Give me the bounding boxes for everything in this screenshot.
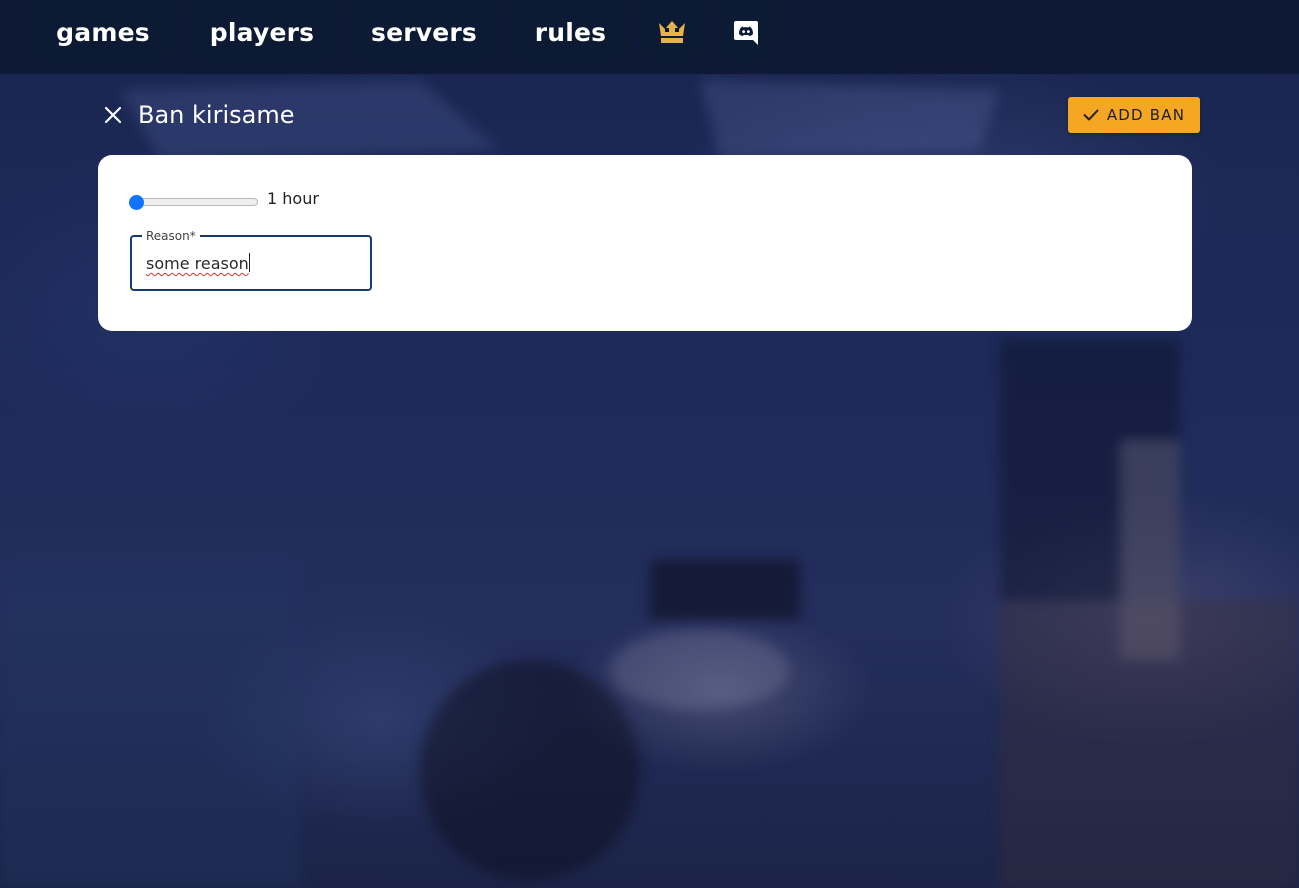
ban-form-card: 1 hour Reason* some reason: [98, 155, 1192, 331]
add-ban-button[interactable]: ADD BAN: [1068, 97, 1200, 133]
reason-label: Reason*: [142, 228, 200, 244]
slider-thumb[interactable]: [129, 195, 144, 210]
crown-icon: [659, 21, 685, 43]
duration-slider[interactable]: [129, 195, 258, 211]
reason-input[interactable]: some reason: [146, 253, 356, 275]
nav-servers[interactable]: servers: [346, 0, 502, 64]
reason-field[interactable]: Reason* some reason: [130, 228, 372, 291]
nav-players[interactable]: players: [184, 0, 340, 64]
duration-value: 1 hour: [267, 189, 319, 208]
main-nav: games players servers rules: [28, 0, 787, 64]
page-title: Ban kirisame: [138, 101, 295, 129]
ban-header: Ban kirisame ADD BAN: [98, 95, 1200, 135]
close-icon[interactable]: [102, 104, 124, 126]
discord-icon: [734, 21, 758, 45]
nav-rules[interactable]: rules: [508, 0, 633, 64]
nav-games[interactable]: games: [28, 0, 178, 64]
nav-discord[interactable]: [711, 0, 781, 64]
nav-crown[interactable]: [639, 0, 705, 64]
add-ban-label: ADD BAN: [1106, 106, 1186, 124]
slider-track: [130, 198, 258, 206]
check-icon: [1083, 109, 1099, 121]
text-caret: [248, 253, 250, 272]
